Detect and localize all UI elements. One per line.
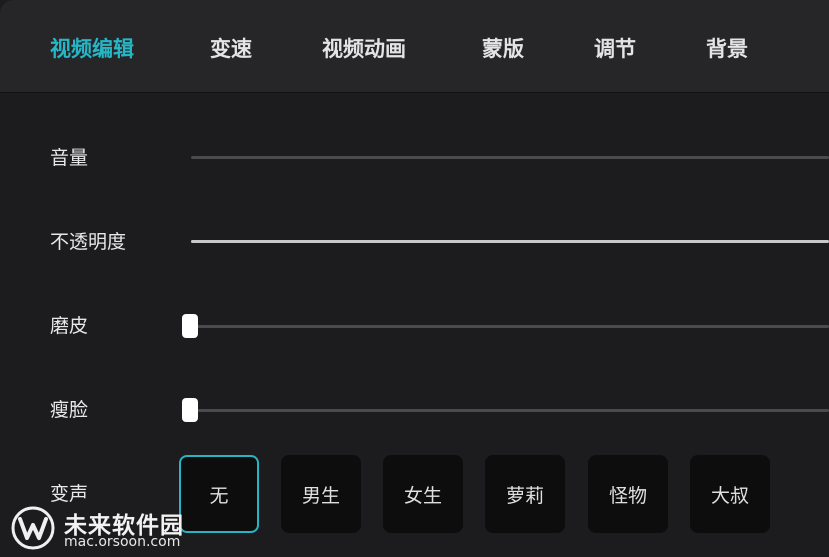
- tab-bar: 视频编辑 变速 视频动画 蒙版 调节 背景: [0, 0, 829, 93]
- watermark-title: 未来软件园: [64, 513, 184, 539]
- watermark-url: mac.orsoon.com: [64, 534, 181, 550]
- voice-option-uncle[interactable]: 大叔: [690, 455, 770, 533]
- tab-video-animation[interactable]: 视频动画: [322, 34, 406, 64]
- face-slim-slider-thumb[interactable]: [182, 398, 198, 422]
- voice-change-label: 变声: [50, 483, 89, 505]
- voice-option-loli[interactable]: 萝莉: [485, 455, 565, 533]
- voice-option-female[interactable]: 女生: [383, 455, 463, 533]
- tab-adjust[interactable]: 调节: [594, 34, 636, 64]
- voice-option-none[interactable]: 无: [179, 455, 259, 533]
- face-slim-slider[interactable]: [182, 398, 829, 422]
- voice-option-monster[interactable]: 怪物: [588, 455, 668, 533]
- smooth-skin-slider-thumb[interactable]: [182, 314, 198, 338]
- tab-mask[interactable]: 蒙版: [482, 34, 524, 64]
- smooth-skin-slider[interactable]: [182, 314, 829, 338]
- opacity-label: 不透明度: [50, 231, 127, 253]
- opacity-slider-fill: [191, 240, 829, 243]
- smooth-skin-label: 磨皮: [50, 315, 89, 337]
- tab-background[interactable]: 背景: [706, 34, 748, 64]
- tab-video-edit[interactable]: 视频编辑: [50, 34, 134, 64]
- volume-label: 音量: [50, 147, 89, 169]
- face-slim-label: 瘦脸: [50, 399, 89, 421]
- tab-speed[interactable]: 变速: [210, 34, 252, 64]
- volume-slider[interactable]: [191, 156, 829, 159]
- voice-option-male[interactable]: 男生: [281, 455, 361, 533]
- wm-logo-icon: [11, 506, 55, 550]
- opacity-slider[interactable]: [191, 240, 829, 243]
